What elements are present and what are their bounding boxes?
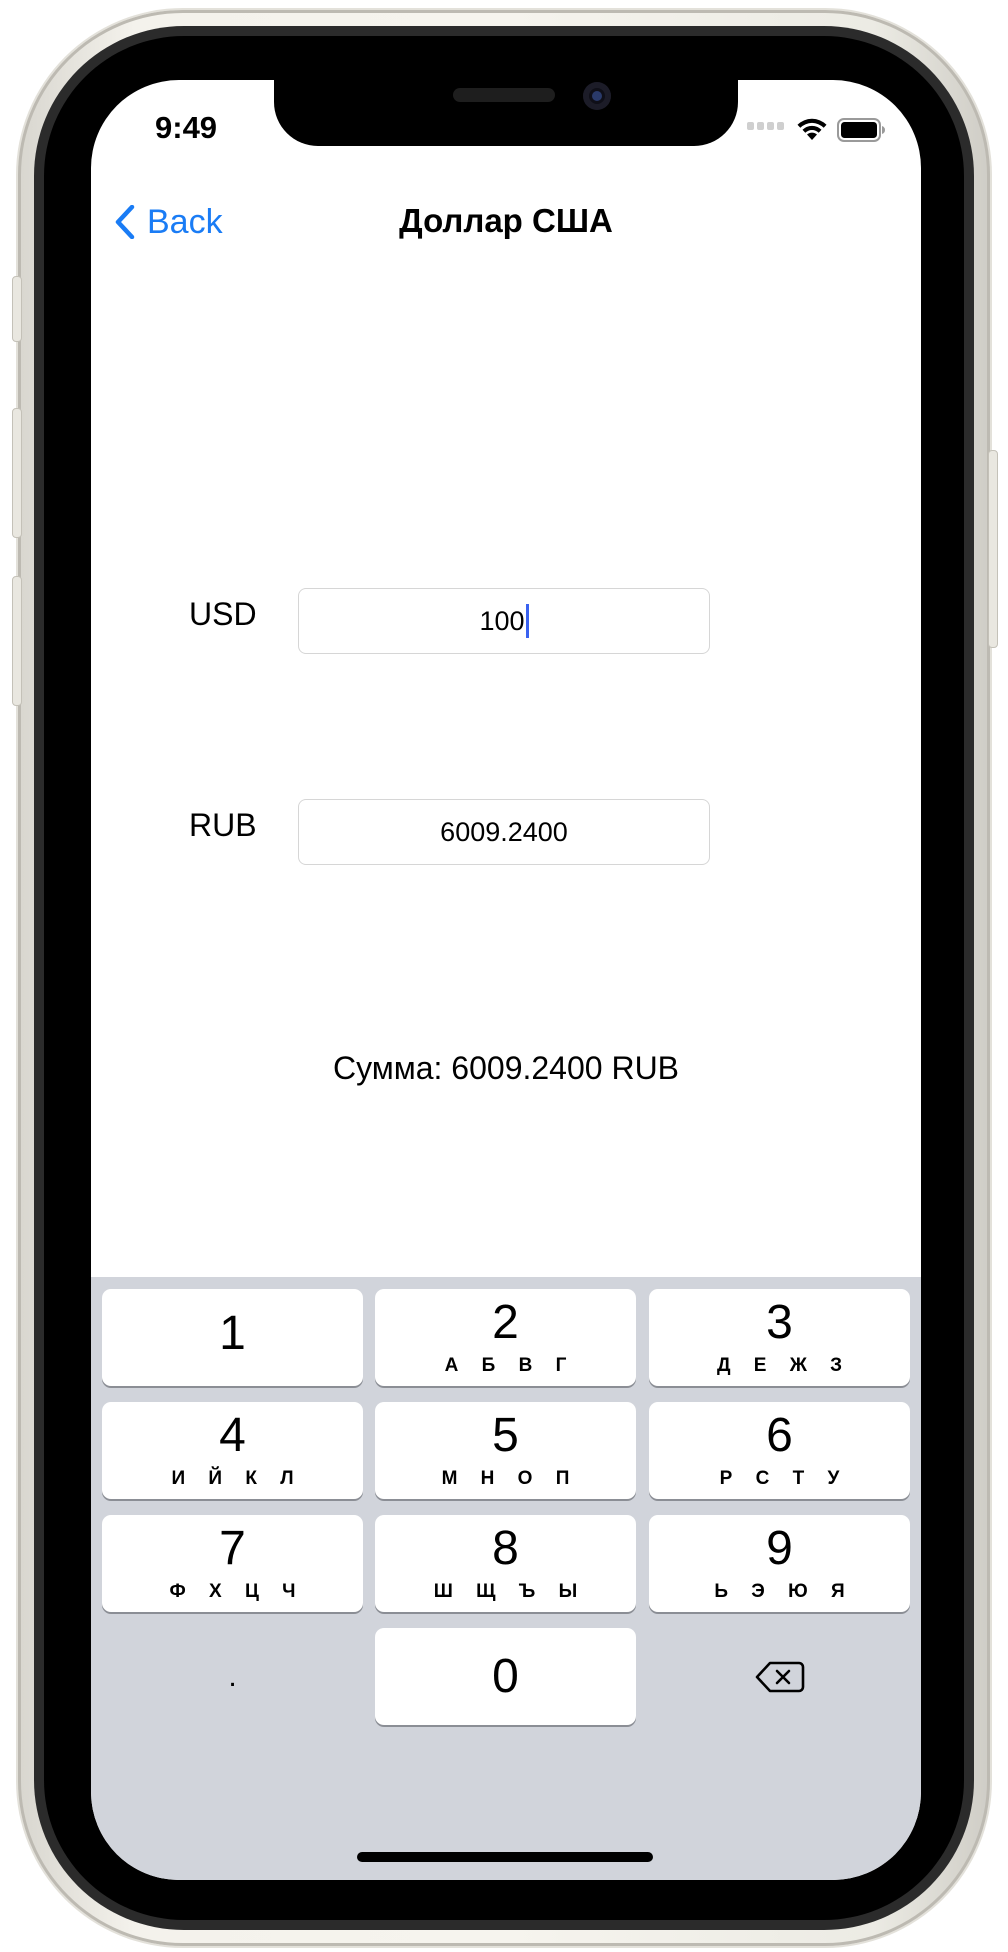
key-letters: Ь Э Ю Я bbox=[714, 1580, 854, 1602]
key-number: 5 bbox=[492, 1408, 519, 1462]
battery-icon bbox=[837, 118, 885, 142]
usd-input[interactable]: 100 bbox=[298, 588, 710, 654]
mute-switch bbox=[12, 276, 22, 342]
key-number: 3 bbox=[766, 1295, 793, 1349]
status-time: 9:49 bbox=[155, 110, 218, 145]
key-number: 6 bbox=[766, 1408, 793, 1462]
volume-up-button bbox=[12, 408, 22, 538]
home-indicator[interactable] bbox=[357, 1852, 653, 1862]
text-caret bbox=[525, 604, 529, 638]
key-number: 0 bbox=[492, 1649, 519, 1703]
key-number: 8 bbox=[492, 1521, 519, 1575]
front-camera bbox=[583, 82, 611, 110]
usd-input-value: 100 bbox=[479, 605, 525, 636]
key-number: 4 bbox=[219, 1408, 246, 1462]
key-7[interactable]: 7 Ф Х Ц Ч bbox=[102, 1515, 363, 1612]
delete-key[interactable] bbox=[649, 1628, 910, 1725]
sum-result-text: Сумма: 6009.2400 RUB bbox=[332, 1050, 680, 1086]
cellular-signal-icon bbox=[747, 118, 789, 130]
key-letters: М Н О П bbox=[441, 1467, 579, 1489]
key-0[interactable]: 0 bbox=[375, 1628, 636, 1725]
key-number: 7 bbox=[219, 1521, 246, 1575]
key-6[interactable]: 6 Р С Т У bbox=[649, 1402, 910, 1499]
key-letters: А Б В Г bbox=[444, 1354, 576, 1376]
key-number: 2 bbox=[492, 1295, 519, 1349]
key-5[interactable]: 5 М Н О П bbox=[375, 1402, 636, 1499]
usd-label: USD bbox=[189, 596, 257, 632]
key-letters: Р С Т У bbox=[719, 1467, 849, 1489]
key-1[interactable]: 1 bbox=[102, 1289, 363, 1386]
key-8[interactable]: 8 Ш Щ Ъ Ы bbox=[375, 1515, 636, 1612]
power-button bbox=[988, 450, 998, 648]
rub-label: RUB bbox=[189, 807, 257, 843]
key-number: 1 bbox=[219, 1306, 246, 1360]
key-letters: И Й К Л bbox=[171, 1467, 303, 1489]
key-letters: Д Е Ж З bbox=[716, 1354, 852, 1376]
key-decimal[interactable]: . bbox=[102, 1628, 363, 1725]
key-2[interactable]: 2 А Б В Г bbox=[375, 1289, 636, 1386]
key-number: 9 bbox=[766, 1521, 793, 1575]
screen: 9:49 Back Доллар США USD 100 RUB 6009.24… bbox=[91, 80, 921, 1880]
key-3[interactable]: 3 Д Е Ж З bbox=[649, 1289, 910, 1386]
key-4[interactable]: 4 И Й К Л bbox=[102, 1402, 363, 1499]
decimal-point: . bbox=[228, 1659, 237, 1693]
volume-down-button bbox=[12, 576, 22, 706]
key-9[interactable]: 9 Ь Э Ю Я bbox=[649, 1515, 910, 1612]
rub-input-value: 6009.2400 bbox=[440, 816, 568, 847]
delete-backspace-icon bbox=[755, 1661, 804, 1692]
numeric-keypad: 1 2 А Б В Г 3 Д Е Ж З 4 И Й К Л 5 М Н О … bbox=[91, 1277, 921, 1880]
rub-input[interactable]: 6009.2400 bbox=[298, 799, 710, 865]
key-letters: Ф Х Ц Ч bbox=[169, 1580, 305, 1602]
wifi-icon bbox=[797, 118, 827, 140]
key-letters: Ш Щ Ъ Ы bbox=[433, 1580, 587, 1602]
page-title: Доллар США bbox=[399, 202, 613, 239]
earpiece-speaker bbox=[453, 88, 555, 102]
